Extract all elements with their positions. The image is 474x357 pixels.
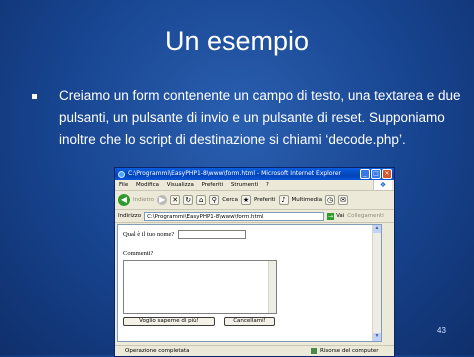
maximize-button[interactable]: □ bbox=[371, 169, 381, 179]
submit-button[interactable]: Voglio saperne di più! bbox=[123, 317, 215, 326]
scroll-down-icon[interactable]: ▼ bbox=[373, 333, 381, 341]
links-label[interactable]: Collegamenti bbox=[347, 213, 383, 219]
page-number: 43 bbox=[437, 326, 446, 335]
forward-icon[interactable]: ▶ bbox=[157, 195, 168, 205]
go-arrow-icon: → bbox=[327, 212, 335, 220]
history-icon[interactable]: ◷ bbox=[325, 195, 336, 205]
address-input[interactable]: C:\Programmi\EasyPHP1-8\www\form.html bbox=[144, 211, 325, 221]
name-input[interactable] bbox=[178, 230, 246, 239]
refresh-icon[interactable]: ↻ bbox=[183, 195, 194, 205]
bullet-text: Creiamo un form contenente un campo di t… bbox=[59, 88, 461, 147]
search-label[interactable]: Cerca bbox=[222, 197, 238, 203]
multimedia-label[interactable]: Multimedia bbox=[292, 197, 323, 203]
search-icon[interactable]: ⚲ bbox=[209, 195, 220, 205]
browser-window: C:\Programmi\EasyPHP1-8\www\form.html - … bbox=[114, 167, 395, 357]
menu-bar: File Modifica Visualizza Preferiti Strum… bbox=[115, 180, 394, 191]
menu-help[interactable]: ? bbox=[266, 182, 269, 188]
comments-textarea[interactable] bbox=[123, 260, 277, 314]
name-question-label: Qual è il tuo nome? bbox=[123, 231, 175, 238]
back-label[interactable]: Indietro bbox=[133, 197, 154, 203]
browser-title-bar[interactable]: C:\Programmi\EasyPHP1-8\www\form.html - … bbox=[115, 168, 394, 180]
ie-logo-icon bbox=[118, 171, 125, 178]
scroll-up-icon[interactable]: ▲ bbox=[373, 225, 381, 233]
status-bar: Operazione completata Risorse del comput… bbox=[115, 345, 394, 356]
menu-preferiti[interactable]: Preferiti bbox=[202, 182, 224, 188]
page-scrollbar[interactable]: ▲ ▼ bbox=[372, 225, 381, 341]
go-button[interactable]: → Vai bbox=[327, 212, 345, 220]
go-label: Vai bbox=[336, 213, 345, 219]
menu-visualizza[interactable]: Visualizza bbox=[167, 182, 194, 188]
close-button[interactable]: × bbox=[382, 169, 392, 179]
menu-strumenti[interactable]: Strumenti bbox=[231, 182, 258, 188]
windows-logo-icon: ❖ bbox=[373, 180, 392, 190]
slide-title: Un esempio bbox=[164, 26, 310, 56]
favorites-label[interactable]: Preferiti bbox=[254, 197, 276, 203]
toolbar: ◀ Indietro ▶ ✕ ↻ ⌂ ⚲ Cerca ★ Preferiti ♪… bbox=[115, 191, 394, 210]
reset-button[interactable]: Cancellami! bbox=[224, 317, 275, 326]
address-bar: Indirizzo C:\Programmi\EasyPHP1-8\www\fo… bbox=[115, 210, 394, 223]
bullet-marker bbox=[32, 94, 37, 99]
browser-title: C:\Programmi\EasyPHP1-8\www\form.html - … bbox=[128, 170, 342, 177]
stop-icon[interactable]: ✕ bbox=[170, 195, 181, 205]
menu-modifica[interactable]: Modifica bbox=[136, 182, 159, 188]
back-icon[interactable]: ◀ bbox=[118, 194, 130, 206]
menu-file[interactable]: File bbox=[119, 182, 128, 188]
comments-label: Commenti? bbox=[123, 250, 154, 257]
page-content: Qual è il tuo nome? Commenti? Voglio sap… bbox=[117, 224, 382, 342]
favorites-icon[interactable]: ★ bbox=[240, 195, 251, 205]
textarea-scrollbar[interactable] bbox=[268, 261, 276, 313]
home-icon[interactable]: ⌂ bbox=[196, 195, 207, 205]
mail-icon[interactable]: ✉ bbox=[338, 195, 349, 205]
minimize-button[interactable]: _ bbox=[360, 169, 370, 179]
address-label: Indirizzo bbox=[118, 213, 142, 219]
multimedia-icon[interactable]: ♪ bbox=[278, 195, 289, 205]
